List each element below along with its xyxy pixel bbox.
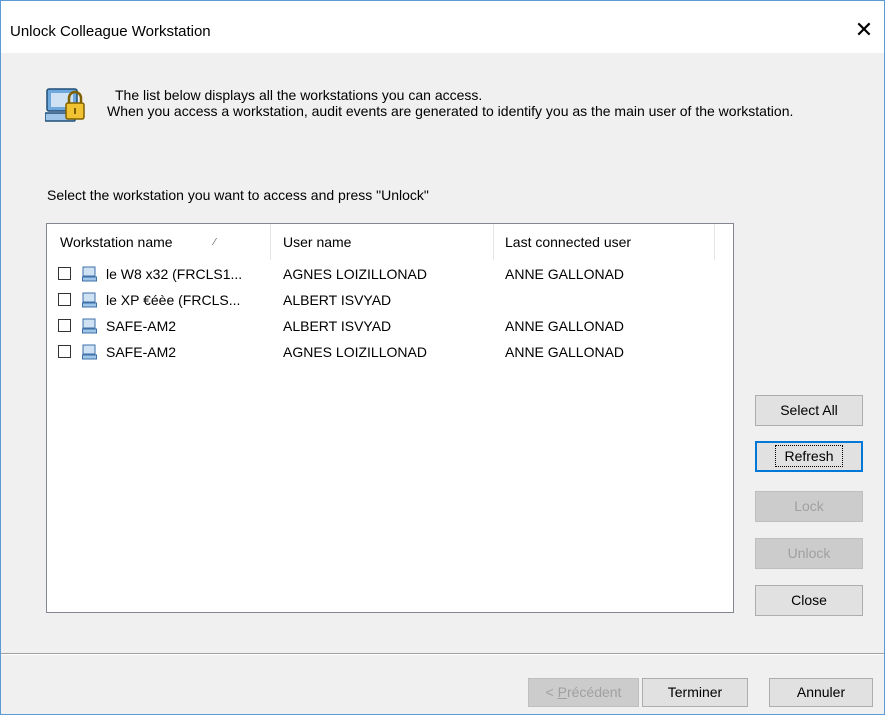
workstation-name: SAFE-AM2 xyxy=(106,318,177,334)
row-checkbox[interactable] xyxy=(58,267,71,280)
sort-indicator-icon: ⁄ xyxy=(214,237,216,248)
selection-prompt: Select the workstation you want to acces… xyxy=(47,187,429,203)
workstation-lock-icon xyxy=(45,88,85,122)
info-line-2: When you access a workstation, audit eve… xyxy=(107,103,794,119)
finish-button[interactable]: Terminer xyxy=(642,678,748,707)
workstation-list[interactable]: Workstation name ⁄ User name Last connec… xyxy=(46,223,734,613)
unlock-colleague-workstation-dialog: Unlock Colleague Workstation ✕ The list … xyxy=(0,0,885,715)
list-header: Workstation name ⁄ User name Last connec… xyxy=(47,224,733,260)
list-item[interactable]: le W8 x32 (FRCLS1... AGNES LOIZILLONAD A… xyxy=(47,263,733,285)
previous-accelerator: P xyxy=(557,684,567,700)
refresh-button-label: Refresh xyxy=(775,445,843,467)
row-checkbox[interactable] xyxy=(58,293,71,306)
user-name: ALBERT ISVYAD xyxy=(283,318,392,334)
last-connected-user: ANNE GALLONAD xyxy=(505,318,625,334)
last-connected-user: ANNE GALLONAD xyxy=(505,344,625,360)
user-name: AGNES LOIZILLONAD xyxy=(283,344,427,360)
info-line-1: The list below displays all the workstat… xyxy=(115,87,483,103)
previous-rest: récédent xyxy=(566,684,622,700)
info-text: The list below displays all the workstat… xyxy=(107,87,847,119)
workstation-name: SAFE-AM2 xyxy=(106,344,177,360)
list-item[interactable]: SAFE-AM2 ALBERT ISVYAD ANNE GALLONAD xyxy=(47,315,733,337)
previous-button[interactable]: < Précédent xyxy=(528,678,639,707)
column-header-user-name[interactable]: User name xyxy=(283,224,351,260)
column-separator[interactable] xyxy=(493,224,494,260)
row-checkbox[interactable] xyxy=(58,345,71,358)
list-item[interactable]: SAFE-AM2 AGNES LOIZILLONAD ANNE GALLONAD xyxy=(47,341,733,363)
user-name: ALBERT ISVYAD xyxy=(283,292,392,308)
unlock-button[interactable]: Unlock xyxy=(755,538,863,569)
last-connected-user: ANNE GALLONAD xyxy=(505,266,625,282)
column-separator[interactable] xyxy=(270,224,271,260)
close-button[interactable]: Close xyxy=(755,585,863,616)
computer-icon xyxy=(82,344,97,360)
list-item[interactable]: le XP €éèe (FRCLS... ALBERT ISVYAD xyxy=(47,289,733,311)
computer-icon xyxy=(82,318,97,334)
column-header-workstation-name[interactable]: Workstation name xyxy=(60,224,173,260)
workstation-name: le W8 x32 (FRCLS1... xyxy=(106,266,243,282)
window-title: Unlock Colleague Workstation xyxy=(10,23,211,40)
select-all-button[interactable]: Select All xyxy=(755,395,863,426)
column-header-last-connected-user[interactable]: Last connected user xyxy=(505,224,631,260)
cancel-button[interactable]: Annuler xyxy=(769,678,873,707)
lock-button[interactable]: Lock xyxy=(755,491,863,522)
title-bar: Unlock Colleague Workstation ✕ xyxy=(1,1,884,53)
refresh-button[interactable]: Refresh xyxy=(755,441,863,472)
footer-divider-highlight xyxy=(1,654,884,655)
workstation-name: le XP €éèe (FRCLS... xyxy=(106,292,241,308)
close-window-icon[interactable]: ✕ xyxy=(849,15,879,45)
column-separator[interactable] xyxy=(714,224,715,260)
computer-icon xyxy=(82,266,97,282)
row-checkbox[interactable] xyxy=(58,319,71,332)
previous-prefix: < xyxy=(545,684,558,700)
user-name: AGNES LOIZILLONAD xyxy=(283,266,427,282)
computer-icon xyxy=(82,292,97,308)
